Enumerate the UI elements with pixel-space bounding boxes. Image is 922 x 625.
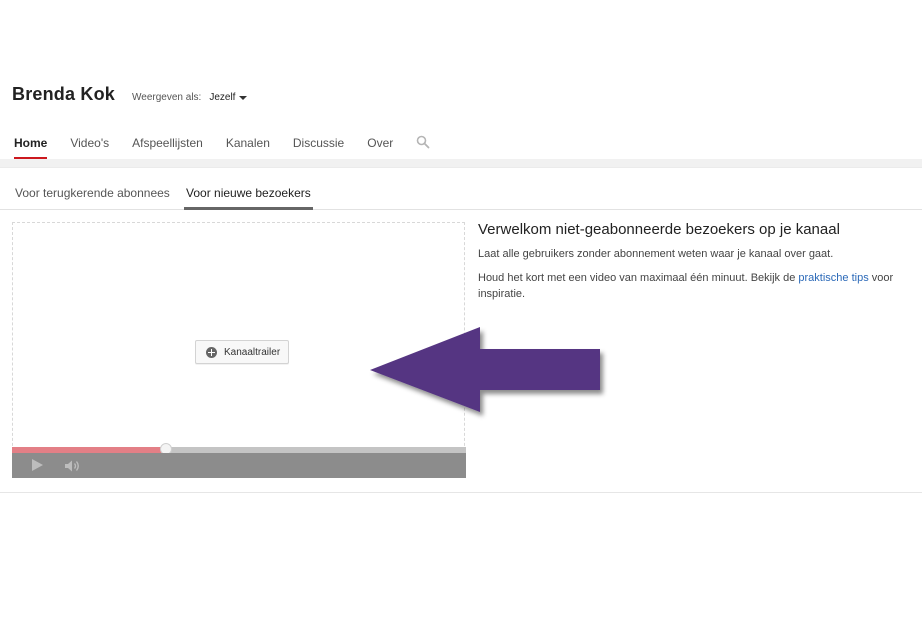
- view-as-value: Jezelf: [209, 92, 236, 103]
- nav-tabs: Home Video's Afspeellijsten Kanalen Disc…: [14, 128, 430, 160]
- tab-channels[interactable]: Kanalen: [226, 128, 270, 159]
- tab-home[interactable]: Home: [14, 128, 48, 160]
- trailer-button-label: Kanaaltrailer: [224, 346, 281, 358]
- section-bottom-divider: [0, 492, 922, 493]
- tab-discussion[interactable]: Discussie: [293, 128, 344, 159]
- practical-tips-link[interactable]: praktische tips: [798, 272, 868, 284]
- video-control-bar: [12, 453, 466, 478]
- channel-header: Brenda Kok Weergeven als: Jezelf: [12, 84, 248, 105]
- tab-videos[interactable]: Video's: [70, 128, 109, 159]
- sub-tabs: Voor terugkerende abonnees Voor nieuwe b…: [0, 178, 922, 210]
- channel-page: Brenda Kok Weergeven als: Jezelf Home Vi…: [0, 0, 922, 625]
- tab-playlists[interactable]: Afspeellijsten: [132, 128, 203, 159]
- channel-nav: Home Video's Afspeellijsten Kanalen Disc…: [0, 128, 922, 160]
- channel-name: Brenda Kok: [12, 84, 116, 104]
- section-divider-band: [0, 159, 922, 168]
- view-as-label: Weergeven als:: [132, 92, 202, 103]
- view-as: Weergeven als: Jezelf: [132, 92, 248, 103]
- welcome-description: Laat alle gebruikers zonder abonnement w…: [478, 248, 834, 260]
- welcome-title: Verwelkom niet-geabonneerde bezoekers op…: [478, 221, 840, 238]
- volume-icon[interactable]: [64, 459, 82, 473]
- tab-about[interactable]: Over: [367, 128, 393, 159]
- plus-circle-icon: [206, 346, 217, 358]
- tab-returning-subscribers[interactable]: Voor terugkerende abonnees: [15, 178, 170, 209]
- left-arrow-icon: [360, 322, 610, 427]
- caret-down-icon: [239, 95, 248, 100]
- welcome-panel: Verwelkom niet-geabonneerde bezoekers op…: [478, 221, 918, 310]
- play-icon[interactable]: [32, 459, 43, 471]
- tab-new-visitors[interactable]: Voor nieuwe bezoekers: [184, 178, 313, 210]
- add-channel-trailer-button[interactable]: Kanaaltrailer: [195, 340, 290, 364]
- welcome-tip-text: Houd het kort met een video van maximaal…: [478, 270, 918, 302]
- view-as-dropdown[interactable]: Jezelf: [209, 92, 248, 103]
- welcome-tip-prefix: Houd het kort met een video van maximaal…: [478, 272, 799, 284]
- search-icon[interactable]: [416, 135, 430, 149]
